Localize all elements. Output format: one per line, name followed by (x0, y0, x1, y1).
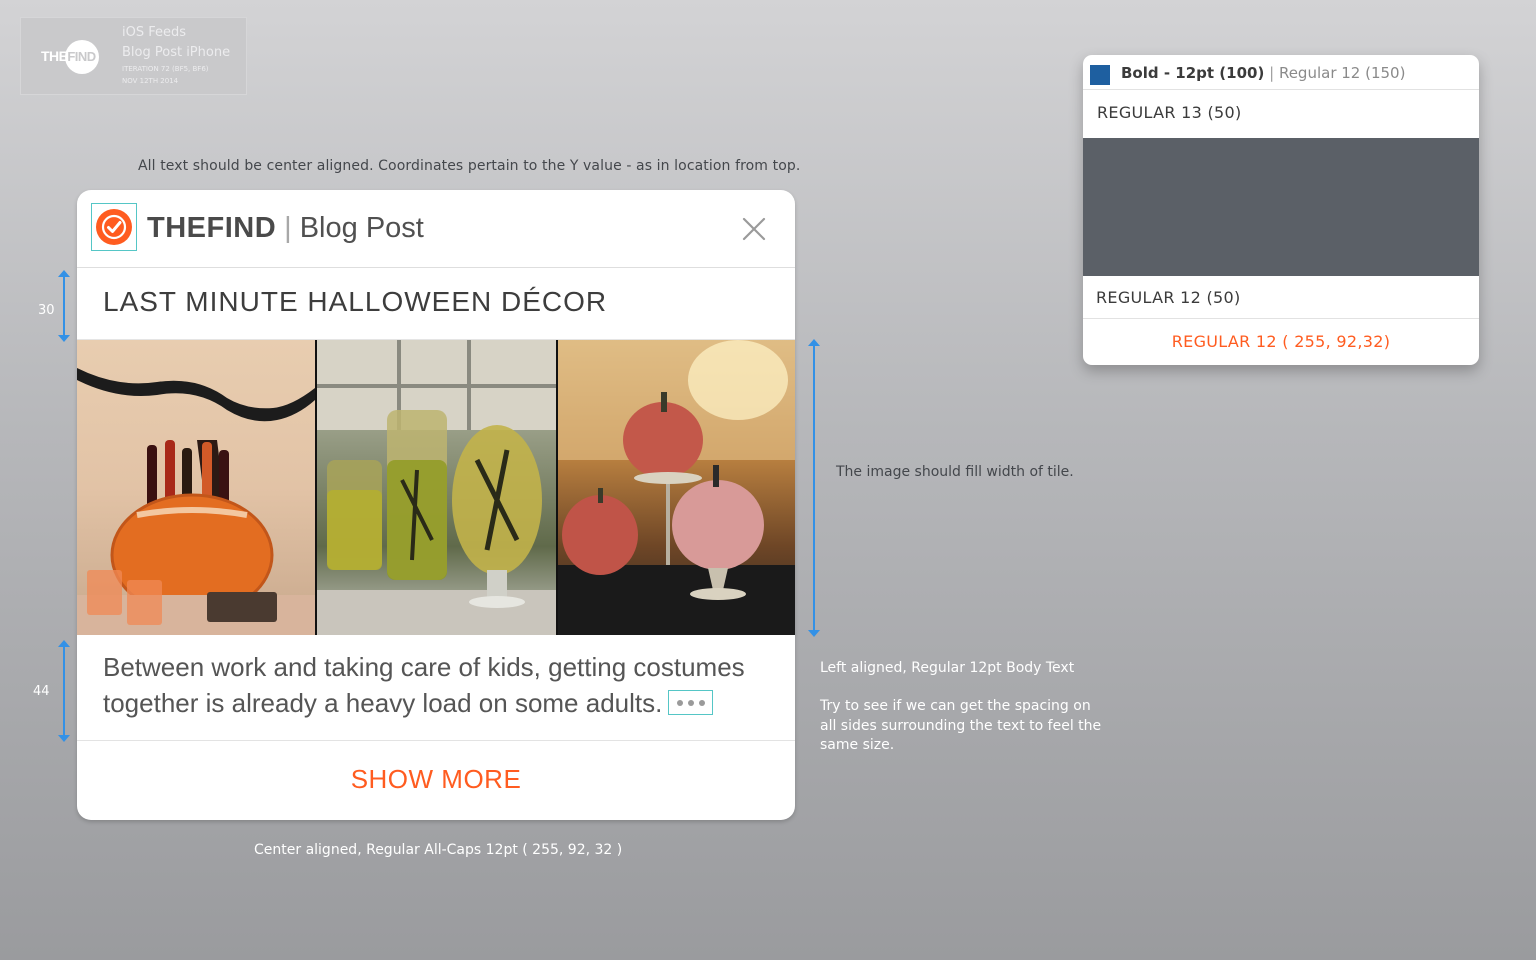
ellipsis-icon[interactable] (668, 689, 714, 715)
spec-header-pipe: | (1269, 64, 1275, 82)
logo-text-find: FIND (64, 40, 99, 74)
brand-logo-selection (91, 203, 137, 251)
show-more-button[interactable]: SHOW MORE (351, 764, 522, 795)
dimension-marker-headline (57, 270, 71, 342)
show-more-row: SHOW MORE (77, 742, 795, 820)
spec-header-regular: Regular 12 (150) (1278, 64, 1406, 82)
spec-row-body: REGULAR 12 (50) (1083, 276, 1479, 319)
spec-headline-style: REGULAR 13 (50) (1097, 103, 1242, 122)
post-excerpt[interactable]: Between work and taking care of kids, ge… (103, 649, 783, 721)
check-circle-icon (96, 209, 132, 245)
card-header: THEFIND | Blog Post (77, 190, 795, 268)
logo-text-the: THE (41, 48, 68, 64)
blog-post-card[interactable]: THEFIND | Blog Post LAST MINUTE HALLOWEEN … (77, 190, 795, 820)
card-headline-row: LAST MINUTE HALLOWEEN DÉCOR (77, 268, 795, 340)
spec-header-row: Bold - 12pt (100) | Regular 12 (150) (1083, 55, 1479, 90)
file-info-lines: iOS Feeds Blog Post iPhone ITERATION 72 … (122, 23, 230, 87)
brand-name: THEFIND (147, 212, 277, 244)
file-info-tag: THEFIND iOS Feeds Blog Post iPhone ITERA… (20, 17, 247, 95)
dimension-label-headline: 30 (38, 303, 55, 318)
file-info-date: NOV 12TH 2014 (122, 77, 179, 85)
card-body: Between work and taking care of kids, ge… (77, 635, 795, 741)
note-cta: Center aligned, Regular All-Caps 12pt ( … (254, 842, 623, 858)
file-info-screen: Blog Post iPhone (122, 45, 231, 60)
dimension-label-body: 44 (33, 684, 50, 699)
spec-body-style: REGULAR 12 (50) (1096, 288, 1241, 307)
card-brand-title: THEFIND | Blog Post (147, 210, 424, 246)
spec-image-placeholder (1083, 138, 1479, 276)
close-icon[interactable] (741, 216, 767, 242)
post-image[interactable] (77, 340, 795, 635)
post-excerpt-text: Between work and taking care of kids, ge… (103, 652, 745, 718)
dimension-label-body-value: 44 (33, 684, 50, 699)
post-headline[interactable]: LAST MINUTE HALLOWEEN DÉCOR (103, 286, 607, 318)
note-body-text: Left aligned, Regular 12pt Body Text (820, 660, 1075, 676)
color-swatch (1090, 65, 1110, 85)
note-image-fill: The image should fill width of tile. (836, 464, 1074, 480)
image-panel-pumpkins (558, 340, 795, 635)
spec-row-headline: REGULAR 13 (50) (1083, 90, 1479, 138)
image-panel-pumpkin-bucket (77, 340, 315, 635)
brand-separator: | (284, 212, 292, 244)
note-spacing: Try to see if we can get the spacing on … (820, 698, 1102, 753)
image-panel-apothecary-jars (317, 340, 556, 635)
thefind-logo: THEFIND (41, 40, 99, 74)
spec-cta-style: REGULAR 12 ( 255, 92,32) (1171, 332, 1391, 351)
spec-header-text: Bold - 12pt (100) | Regular 12 (150) (1121, 64, 1405, 82)
post-type: Blog Post (299, 212, 424, 244)
dimension-marker-body (57, 640, 71, 742)
type-spec-card: Bold - 12pt (100) | Regular 12 (150) REG… (1083, 55, 1479, 365)
file-info-project: iOS Feeds (122, 25, 187, 40)
spec-row-cta: REGULAR 12 ( 255, 92,32) (1083, 319, 1479, 365)
note-alignment: All text should be center aligned. Coord… (138, 158, 801, 174)
dimension-marker-image (807, 339, 821, 637)
file-info-iteration: ITERATION 72 (BF5, BF6) (122, 65, 209, 73)
spec-header-bold: Bold - 12pt (100) (1121, 64, 1265, 82)
